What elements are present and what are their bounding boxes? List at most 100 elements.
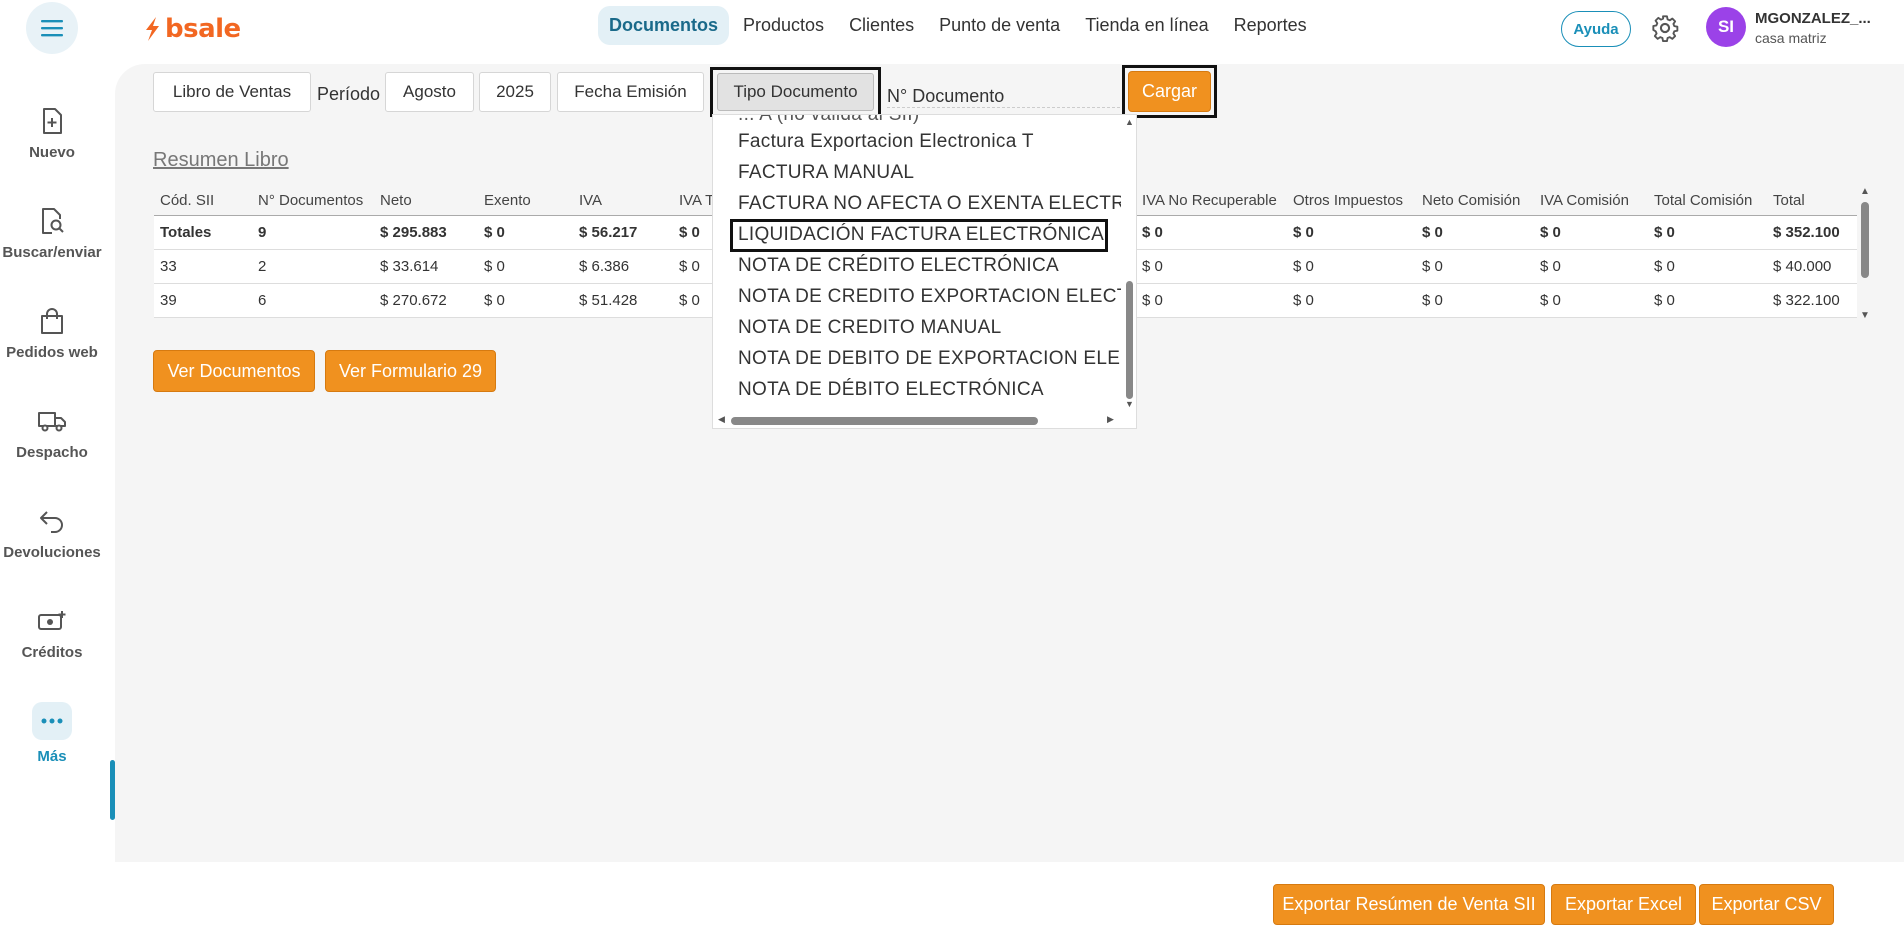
table-row: $ 0 $ 0 $ 0 $ 0 $ 0 $ 40.000 [1136, 248, 1857, 283]
table-scrollbar[interactable]: ▲ ▼ [1858, 186, 1872, 324]
dropdown-option[interactable]: NOTA DE CREDITO MANUAL [738, 317, 1002, 339]
exportar-resumen-sii-button[interactable]: Exportar Resúmen de Venta SII [1273, 884, 1545, 925]
cell: $ 295.883 [374, 214, 478, 249]
libro-select[interactable]: Libro de Ventas [153, 72, 311, 112]
dropdown-option[interactable]: ... A (no válida al SII) [738, 115, 919, 126]
bsale-logo[interactable]: bsale [143, 14, 241, 44]
hamburger-menu-button[interactable] [26, 2, 78, 54]
sidebar: Nuevo Buscar/enviar Pedidos web Despacho… [0, 56, 115, 932]
cell: 39 [154, 282, 252, 318]
nav-clientes[interactable]: Clientes [838, 6, 925, 45]
dropdown-option-selected[interactable]: LIQUIDACIÓN FACTURA ELECTRÓNICA [738, 224, 1104, 246]
col-cod-sii[interactable]: Cód. SII [154, 186, 252, 215]
cell: $ 33.614 [374, 248, 478, 283]
scroll-thumb[interactable] [731, 417, 1038, 425]
col-exento[interactable]: Exento [478, 186, 573, 215]
dropdown-option[interactable]: NOTA DE DÉBITO ELECTRÓNICA [738, 379, 1044, 401]
cell: $ 0 [478, 214, 573, 249]
new-document-icon [37, 106, 67, 136]
cell: 6 [252, 282, 374, 318]
dropdown-option[interactable]: FACTURA MANUAL [738, 162, 914, 184]
gear-icon[interactable] [1651, 14, 1679, 42]
scroll-left-icon[interactable]: ◀ [718, 414, 725, 425]
nav-reportes[interactable]: Reportes [1223, 6, 1318, 45]
month-select[interactable]: Agosto [385, 72, 474, 112]
cell: $ 0 [1416, 248, 1534, 283]
bolt-logo-icon [146, 17, 159, 41]
cell: $ 0 [1534, 282, 1648, 318]
user-name[interactable]: MGONZALEZ_... [1755, 10, 1871, 27]
periodo-label: Período [317, 84, 381, 104]
dropdown-horizontal-scrollbar[interactable]: ◀ ▶ [713, 412, 1121, 428]
exportar-excel-button[interactable]: Exportar Excel [1551, 884, 1696, 925]
table-row: Totales 9 $ 295.883 $ 0 $ 56.217 $ 0 [154, 214, 721, 249]
dropdown-option[interactable]: Factura Exportacion Electronica T [738, 131, 1034, 153]
resumen-table-left: Cód. SII N° Documentos Neto Exento IVA I… [154, 186, 721, 318]
scroll-up-icon[interactable]: ▲ [1860, 186, 1870, 197]
dropdown-option[interactable]: NOTA DE DEBITO DE EXPORTACION ELECTRONIC… [738, 348, 1136, 370]
nav-documentos[interactable]: Documentos [598, 6, 730, 45]
scroll-down-icon[interactable]: ▼ [1860, 310, 1870, 321]
cell: $ 40.000 [1767, 248, 1857, 283]
nav-punto-de-venta[interactable]: Punto de venta [928, 6, 1071, 45]
ver-documentos-button[interactable]: Ver Documentos [153, 350, 315, 392]
cell: $ 0 [1416, 214, 1534, 249]
cell: $ 0 [1287, 248, 1416, 283]
col-iva-comision[interactable]: IVA Comisión [1534, 186, 1648, 215]
sidebar-item-creditos[interactable]: Créditos [0, 606, 104, 661]
fecha-select[interactable]: Fecha Emisión [557, 72, 704, 112]
help-button[interactable]: Ayuda [1561, 11, 1631, 47]
sidebar-item-mas[interactable]: Más [0, 702, 104, 765]
scroll-down-icon[interactable]: ▼ [1125, 399, 1134, 409]
sidebar-item-label: Despacho [16, 444, 88, 461]
year-select[interactable]: 2025 [479, 72, 551, 112]
col-neto-comision[interactable]: Neto Comisión [1416, 186, 1534, 215]
tipo-documento-dropdown: ... A (no válida al SII) Factura Exporta… [712, 114, 1137, 429]
col-iva-no-recuperable[interactable]: IVA No Recuperable [1136, 186, 1287, 215]
nav-productos[interactable]: Productos [732, 6, 835, 45]
table-header-row: IVA No Recuperable Otros Impuestos Neto … [1136, 186, 1857, 215]
scroll-right-icon[interactable]: ▶ [1107, 414, 1114, 425]
exportar-csv-button[interactable]: Exportar CSV [1699, 884, 1834, 925]
dropdown-option[interactable]: FACTURA NO AFECTA O EXENTA ELECTRÓNICA [738, 193, 1136, 215]
nav-tienda-en-linea[interactable]: Tienda en línea [1074, 6, 1219, 45]
cell: $ 0 [1287, 214, 1416, 249]
sidebar-item-buscar[interactable]: Buscar/enviar [0, 206, 104, 261]
dropdown-option[interactable]: NOTA DE CRÉDITO ELECTRÓNICA [738, 255, 1059, 277]
col-iva[interactable]: IVA [573, 186, 673, 215]
avatar[interactable]: SI [1706, 7, 1746, 47]
ver-formulario-29-button[interactable]: Ver Formulario 29 [325, 350, 496, 392]
sidebar-item-devoluciones[interactable]: Devoluciones [0, 506, 104, 561]
cell: 9 [252, 214, 374, 249]
cell: $ 0 [1648, 248, 1767, 283]
sidebar-item-nuevo[interactable]: Nuevo [0, 106, 104, 161]
cell: $ 51.428 [573, 282, 673, 318]
col-n-documentos[interactable]: N° Documentos [252, 186, 374, 215]
resumen-libro-link[interactable]: Resumen Libro [153, 149, 289, 172]
scroll-thumb[interactable] [1126, 281, 1133, 399]
sidebar-item-pedidos-web[interactable]: Pedidos web [0, 306, 104, 361]
scroll-thumb[interactable] [1861, 202, 1869, 278]
scroll-up-icon[interactable]: ▲ [1125, 117, 1134, 127]
return-arrow-icon [37, 506, 67, 536]
col-neto[interactable]: Neto [374, 186, 478, 215]
col-otros-impuestos[interactable]: Otros Impuestos [1287, 186, 1416, 215]
cell: 33 [154, 248, 252, 283]
cargar-button[interactable]: Cargar [1128, 71, 1211, 112]
resumen-table-right: IVA No Recuperable Otros Impuestos Neto … [1136, 186, 1857, 318]
sidebar-item-label: Buscar/enviar [2, 244, 102, 261]
main-nav: Documentos Productos Clientes Punto de v… [598, 6, 1321, 45]
sidebar-item-despacho[interactable]: Despacho [0, 406, 104, 461]
dropdown-option[interactable]: NOTA DE CREDITO EXPORTACION ELECTRONICA [738, 286, 1136, 308]
cell: $ 0 [1136, 282, 1287, 318]
n-documento-input[interactable]: N° Documento [887, 76, 1120, 108]
cargar-highlight: Cargar [1122, 65, 1217, 118]
col-total-comision[interactable]: Total Comisión [1648, 186, 1767, 215]
col-total[interactable]: Total [1767, 186, 1857, 215]
app-root: bsale Documentos Productos Clientes Punt… [0, 0, 1904, 932]
table-row: $ 0 $ 0 $ 0 $ 0 $ 0 $ 352.100 [1136, 214, 1857, 249]
dropdown-vertical-scrollbar[interactable]: ▲ ▼ [1121, 115, 1136, 412]
more-dots-icon [32, 702, 72, 740]
tipo-documento-select[interactable]: Tipo Documento [717, 73, 874, 111]
table-row: 33 2 $ 33.614 $ 0 $ 6.386 $ 0 [154, 248, 721, 283]
